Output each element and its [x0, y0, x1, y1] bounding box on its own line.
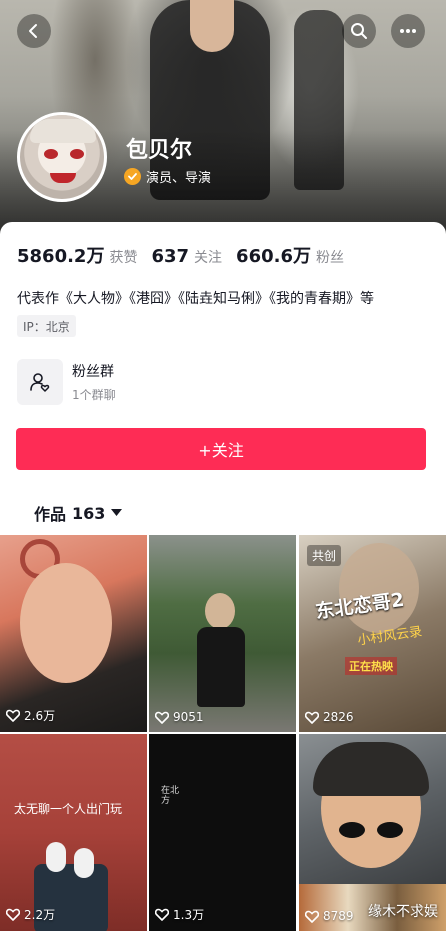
stat-followers-value: 660.6万 [236, 246, 311, 267]
search-button[interactable] [342, 14, 376, 48]
video-likes-count: 2.2万 [24, 908, 56, 922]
more-dots-icon [400, 29, 416, 33]
avatar[interactable] [17, 112, 107, 202]
video-tile[interactable]: 2.6万 [0, 535, 147, 732]
heart-outline-icon [305, 711, 319, 724]
search-icon [351, 23, 367, 39]
video-likes: 2826 [305, 710, 354, 724]
heart-outline-icon [155, 908, 169, 921]
video-tile[interactable]: 8789 缘木不求娱 [299, 734, 446, 931]
group-chat-icon [30, 373, 50, 392]
ip-location-tag: IP：北京 [17, 315, 76, 337]
follow-button[interactable]: +关注 [16, 428, 426, 470]
tile-subject-hair [313, 742, 429, 796]
fan-group-subtitle: 1个群聊 [72, 388, 116, 402]
profile-name: 包贝尔 [126, 138, 193, 163]
fan-group-text: 粉丝群 1个群聊 [72, 361, 116, 403]
video-likes-count: 9051 [173, 710, 204, 724]
stat-following-value: 637 [151, 246, 190, 267]
avatar-hair [30, 119, 96, 143]
avatar-eye-right [70, 149, 84, 159]
video-overlay-text: 在北方 [161, 786, 180, 806]
profile-cover: 包贝尔 演员、导演 [0, 0, 446, 240]
tab-works[interactable]: 作品 163 [34, 501, 123, 525]
fan-group-entry[interactable]: 粉丝群 1个群聊 [17, 359, 116, 405]
stat-likes-label: 获赞 [109, 250, 138, 266]
tile-subject-head [205, 593, 235, 629]
heart-outline-icon [6, 709, 20, 722]
stat-followers[interactable]: 660.6万 粉丝 [236, 242, 344, 268]
verified-check-icon [124, 168, 141, 185]
video-likes-count: 1.3万 [173, 908, 205, 922]
tile-shoe [46, 842, 66, 872]
cover-figure-face [190, 0, 234, 52]
video-likes-count: 2826 [323, 710, 354, 724]
co-creation-badge: 共创 [307, 545, 342, 566]
triangle-down-icon [111, 509, 123, 516]
verification-row: 演员、导演 [124, 167, 211, 186]
heart-outline-icon [155, 711, 169, 724]
stats-row: 5860.2万 获赞 637 关注 660.6万 粉丝 [17, 242, 358, 268]
tile-subject-body [197, 627, 245, 707]
works-label: 作品 [34, 505, 67, 524]
video-likes: 9051 [155, 710, 204, 724]
video-caption: 太无聊一个人出门玩 [14, 802, 123, 816]
video-likes: 2.2万 [6, 906, 55, 923]
video-likes: 1.3万 [155, 906, 204, 923]
sunglasses [339, 822, 403, 838]
stat-likes-value: 5860.2万 [17, 246, 105, 267]
fan-group-icon-box [17, 359, 63, 405]
avatar-mouth [50, 173, 76, 183]
video-tile[interactable]: 共创 东北恋哥2 小村风云录 正在热映 2826 [299, 535, 446, 732]
heart-outline-icon [6, 908, 20, 921]
video-tile[interactable]: 太无聊一个人出门玩 2.2万 [0, 734, 147, 931]
fan-group-title: 粉丝群 [72, 364, 114, 380]
video-likes: 8789 [305, 909, 354, 923]
works-count: 163 [72, 503, 106, 523]
video-likes-count: 2.6万 [24, 709, 56, 723]
stat-followers-label: 粉丝 [315, 250, 344, 266]
profile-card: 5860.2万 获赞 637 关注 660.6万 粉丝 代表作《大人物》《港囧》… [0, 222, 446, 931]
video-likes: 2.6万 [6, 707, 55, 724]
video-grid: 2.6万 9051 共创 东北恋哥2 小村风云录 正在热映 2826 太无聊一个… [0, 535, 446, 931]
video-tile[interactable]: 9051 [149, 535, 296, 732]
video-tile[interactable]: 在北方 1.3万 [149, 734, 296, 931]
avatar-eye-left [44, 149, 58, 159]
video-likes-count: 8789 [323, 909, 354, 923]
stat-following[interactable]: 637 关注 [151, 246, 222, 267]
stat-likes: 5860.2万 获赞 [17, 242, 137, 268]
tile-shoe [74, 848, 94, 878]
heart-outline-icon [305, 910, 319, 923]
verification-text: 演员、导演 [146, 171, 212, 186]
chevron-left-icon [29, 24, 37, 38]
stat-following-label: 关注 [194, 250, 223, 266]
more-button[interactable] [391, 14, 425, 48]
watermark: 缘木不求娱 [368, 904, 438, 920]
profile-bio: 代表作《大人物》《港囧》《陆垚知马俐》《我的青春期》等 [17, 291, 374, 307]
poster-status: 正在热映 [345, 657, 397, 675]
tile-subject [20, 563, 112, 683]
back-button[interactable] [17, 14, 51, 48]
